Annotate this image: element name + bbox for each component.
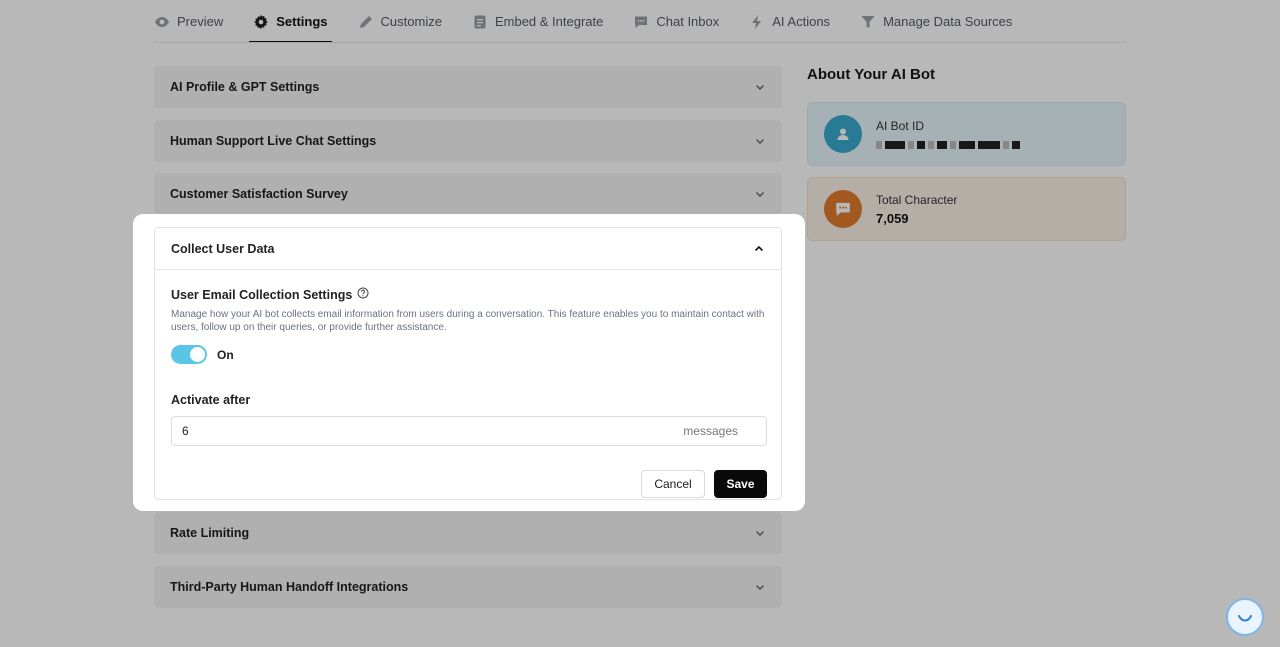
collect-user-data-title: Collect User Data	[171, 241, 275, 256]
email-collection-toggle-row: On	[171, 345, 234, 364]
activate-after-label: Activate after	[171, 393, 251, 407]
chat-widget-button[interactable]	[1226, 598, 1264, 636]
activate-after-field: messages	[171, 416, 767, 446]
email-collection-title-text: User Email Collection Settings	[171, 287, 353, 302]
smile-chat-icon	[1234, 604, 1256, 631]
activate-after-input[interactable]	[182, 424, 582, 438]
activate-after-suffix: messages	[683, 424, 738, 438]
chevron-up-icon[interactable]	[753, 243, 765, 255]
collect-user-data-panel: Collect User Data User Email Collection …	[154, 227, 782, 500]
toggle-state-label: On	[217, 347, 234, 362]
email-collection-title: User Email Collection Settings	[171, 287, 369, 302]
email-collection-description: Manage how your AI bot collects email in…	[171, 309, 765, 333]
cancel-button[interactable]: Cancel	[641, 470, 705, 498]
help-circle-icon[interactable]	[357, 287, 369, 302]
save-button[interactable]: Save	[714, 470, 767, 498]
modal-highlight: Collect User Data User Email Collection …	[133, 214, 805, 511]
collect-user-data-header[interactable]: Collect User Data	[155, 228, 781, 270]
email-collection-toggle[interactable]	[171, 345, 207, 364]
